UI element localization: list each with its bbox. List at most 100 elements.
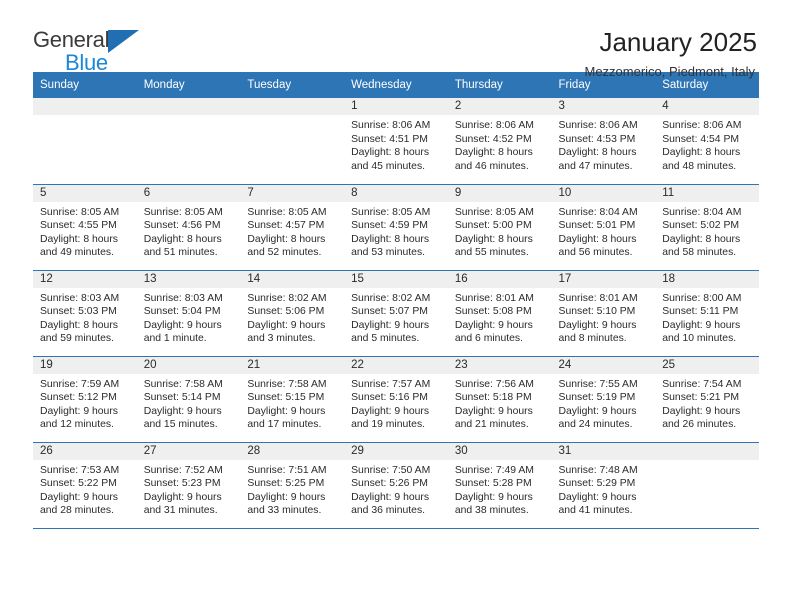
day-details: Sunrise: 7:58 AM Sunset: 5:14 PM Daylight:… — [137, 374, 241, 432]
daylight-text-line2: and 8 minutes. — [558, 333, 627, 344]
sunset-text: Sunset: 5:23 PM — [143, 478, 221, 489]
triangle-icon — [108, 30, 140, 53]
day-cell[interactable]: 7 Sunrise: 8:05 AM Sunset: 4:57 PM Daylight… — [240, 184, 345, 271]
day-cell[interactable]: 18 Sunrise: 8:00 AM Sunset: 5:11 PM Dayligh… — [655, 270, 759, 357]
day-cell[interactable]: 15 Sunrise: 8:02 AM Sunset: 5:07 PM Dayligh… — [344, 270, 448, 357]
day-number: 4 — [655, 98, 759, 115]
day-cell[interactable]: 5 Sunrise: 8:05 AM Sunset: 4:55 PM Daylight… — [33, 184, 137, 271]
sunrise-text: Sunrise: 8:05 AM — [247, 206, 327, 218]
day-cell[interactable]: 31 Sunrise: 7:48 AM Sunset: 5:29 PM Dayligh… — [551, 442, 656, 529]
sunset-text: Sunset: 5:04 PM — [143, 306, 221, 317]
day-cell[interactable]: 8 Sunrise: 8:05 AM Sunset: 4:59 PM Daylight… — [344, 184, 448, 271]
day-cell[interactable]: 29 Sunrise: 7:50 AM Sunset: 5:26 PM Dayligh… — [344, 442, 448, 529]
daylight-text-line1: Daylight: 9 hours — [454, 319, 533, 331]
day-number: 28 — [240, 442, 345, 460]
day-cell-empty — [240, 98, 345, 185]
daylight-text-line2: and 55 minutes. — [454, 247, 529, 258]
daylight-text-line2: and 59 minutes. — [40, 333, 114, 344]
day-cell[interactable]: 13 Sunrise: 8:03 AM Sunset: 5:04 PM Dayligh… — [136, 270, 241, 357]
day-cell[interactable]: 27 Sunrise: 7:52 AM Sunset: 5:23 PM Dayligh… — [136, 442, 241, 529]
calendar-page: General Blue January 2025 Mezzomerico, P… — [0, 0, 792, 612]
daylight-text-line2: and 6 minutes. — [454, 333, 523, 344]
page-header: General Blue January 2025 Mezzomerico, P… — [0, 0, 792, 79]
daylight-text-line1: Daylight: 8 hours — [662, 233, 741, 245]
day-cell[interactable]: 24 Sunrise: 7:55 AM Sunset: 5:19 PM Dayligh… — [551, 356, 656, 443]
sunrise-text: Sunrise: 8:01 AM — [454, 292, 534, 304]
sunset-text: Sunset: 5:10 PM — [558, 306, 636, 317]
daylight-text-line1: Daylight: 8 hours — [662, 147, 741, 158]
sunset-text: Sunset: 5:07 PM — [351, 306, 428, 317]
sunrise-text: Sunrise: 8:02 AM — [351, 292, 431, 304]
daylight-text-line1: Daylight: 9 hours — [247, 491, 326, 503]
weekday-header-wednesday: Wednesday — [344, 72, 448, 98]
page-title: January 2025 — [599, 27, 757, 57]
day-cell[interactable]: 21 Sunrise: 7:58 AM Sunset: 5:15 PM Dayligh… — [240, 356, 345, 443]
sunrise-text: Sunrise: 8:06 AM — [558, 120, 638, 131]
daylight-text-line1: Daylight: 9 hours — [351, 491, 430, 503]
day-cell[interactable]: 14 Sunrise: 8:02 AM Sunset: 5:06 PM Dayligh… — [240, 270, 345, 357]
sunrise-text: Sunrise: 7:56 AM — [454, 378, 534, 390]
day-cell[interactable]: 17 Sunrise: 8:01 AM Sunset: 5:10 PM Dayligh… — [551, 270, 656, 357]
day-cell[interactable]: 10 Sunrise: 8:04 AM Sunset: 5:01 PM Dayligh… — [551, 184, 656, 271]
day-number: 10 — [551, 184, 656, 202]
daylight-text-line1: Daylight: 9 hours — [143, 405, 222, 417]
day-number — [655, 442, 759, 460]
daylight-text-line1: Daylight: 8 hours — [454, 147, 533, 158]
day-cell[interactable]: 20 Sunrise: 7:58 AM Sunset: 5:14 PM Dayligh… — [136, 356, 241, 443]
daylight-text-line1: Daylight: 9 hours — [558, 319, 637, 331]
sunrise-text: Sunrise: 7:52 AM — [143, 464, 223, 476]
sunset-text: Sunset: 4:52 PM — [454, 133, 532, 145]
day-cell[interactable]: 4 Sunrise: 8:06 AM Sunset: 4:54 PM Daylight… — [655, 98, 759, 185]
day-cell[interactable]: 25 Sunrise: 7:54 AM Sunset: 5:21 PM Dayligh… — [655, 356, 759, 443]
day-number: 6 — [136, 184, 241, 202]
daylight-text-line1: Daylight: 8 hours — [351, 233, 430, 245]
day-cell[interactable]: 28 Sunrise: 7:51 AM Sunset: 5:25 PM Dayligh… — [240, 442, 345, 529]
daylight-text-line2: and 38 minutes. — [454, 505, 529, 516]
daylight-text-line1: Daylight: 8 hours — [454, 233, 533, 245]
sunrise-text: Sunrise: 8:06 AM — [662, 120, 742, 131]
day-cell[interactable]: 23 Sunrise: 7:56 AM Sunset: 5:18 PM Dayligh… — [447, 356, 552, 443]
day-number: 16 — [447, 270, 552, 288]
day-cell-empty — [655, 442, 759, 529]
day-number: 9 — [447, 184, 552, 202]
sunset-text: Sunset: 5:06 PM — [247, 306, 325, 317]
day-cell[interactable]: 11 Sunrise: 8:04 AM Sunset: 5:02 PM Dayligh… — [655, 184, 759, 271]
sunrise-text: Sunrise: 7:55 AM — [558, 378, 638, 390]
day-cell[interactable]: 3 Sunrise: 8:06 AM Sunset: 4:53 PM Daylight… — [551, 98, 656, 185]
sunrise-text: Sunrise: 8:02 AM — [247, 292, 327, 304]
day-number: 18 — [655, 270, 759, 288]
day-cell[interactable]: 12 Sunrise: 8:03 AM Sunset: 5:03 PM Dayligh… — [33, 270, 137, 357]
sunrise-text: Sunrise: 7:48 AM — [558, 464, 638, 476]
day-cell[interactable]: 26 Sunrise: 7:53 AM Sunset: 5:22 PM Dayligh… — [33, 442, 137, 529]
brand-logo[interactable]: General Blue — [33, 26, 163, 80]
daylight-text-line2: and 28 minutes. — [40, 505, 114, 516]
daylight-text-line1: Daylight: 9 hours — [351, 319, 430, 331]
day-details: Sunrise: 8:03 AM Sunset: 5:03 PM Daylight:… — [33, 288, 137, 346]
sunrise-text: Sunrise: 7:54 AM — [662, 378, 742, 390]
day-details: Sunrise: 8:06 AM Sunset: 4:54 PM Daylight:… — [655, 115, 759, 173]
day-details: Sunrise: 7:48 AM Sunset: 5:29 PM Daylight:… — [552, 460, 656, 518]
calendar-week-row: 19 Sunrise: 7:59 AM Sunset: 5:12 PM Dayligh… — [33, 356, 759, 443]
day-cell[interactable]: 6 Sunrise: 8:05 AM Sunset: 4:56 PM Daylight… — [136, 184, 241, 271]
daylight-text-line1: Daylight: 8 hours — [351, 147, 430, 158]
daylight-text-line1: Daylight: 9 hours — [247, 405, 326, 417]
day-details: Sunrise: 7:55 AM Sunset: 5:19 PM Daylight:… — [552, 374, 656, 432]
day-cell[interactable]: 2 Sunrise: 8:06 AM Sunset: 4:52 PM Daylight… — [447, 98, 552, 185]
brand-name-general: General — [33, 27, 110, 52]
day-cell[interactable]: 19 Sunrise: 7:59 AM Sunset: 5:12 PM Dayligh… — [33, 356, 137, 443]
daylight-text-line2: and 15 minutes. — [143, 419, 218, 430]
day-cell[interactable]: 30 Sunrise: 7:49 AM Sunset: 5:28 PM Dayligh… — [447, 442, 552, 529]
day-cell[interactable]: 1 Sunrise: 8:06 AM Sunset: 4:51 PM Daylight… — [344, 98, 448, 185]
daylight-text-line1: Daylight: 9 hours — [662, 405, 741, 417]
sunset-text: Sunset: 5:12 PM — [40, 392, 117, 403]
day-cell[interactable]: 9 Sunrise: 8:05 AM Sunset: 5:00 PM Daylight… — [447, 184, 552, 271]
day-cell[interactable]: 22 Sunrise: 7:57 AM Sunset: 5:16 PM Dayligh… — [344, 356, 448, 443]
day-number: 23 — [447, 356, 552, 374]
day-details: Sunrise: 8:02 AM Sunset: 5:06 PM Daylight:… — [240, 288, 344, 346]
day-cell[interactable]: 16 Sunrise: 8:01 AM Sunset: 5:08 PM Dayligh… — [447, 270, 552, 357]
day-details: Sunrise: 8:03 AM Sunset: 5:04 PM Daylight:… — [137, 288, 241, 346]
daylight-text-line2: and 31 minutes. — [143, 505, 218, 516]
daylight-text-line1: Daylight: 8 hours — [247, 233, 326, 245]
day-details: Sunrise: 8:00 AM Sunset: 5:11 PM Daylight:… — [655, 288, 759, 346]
daylight-text-line2: and 17 minutes. — [247, 419, 322, 430]
